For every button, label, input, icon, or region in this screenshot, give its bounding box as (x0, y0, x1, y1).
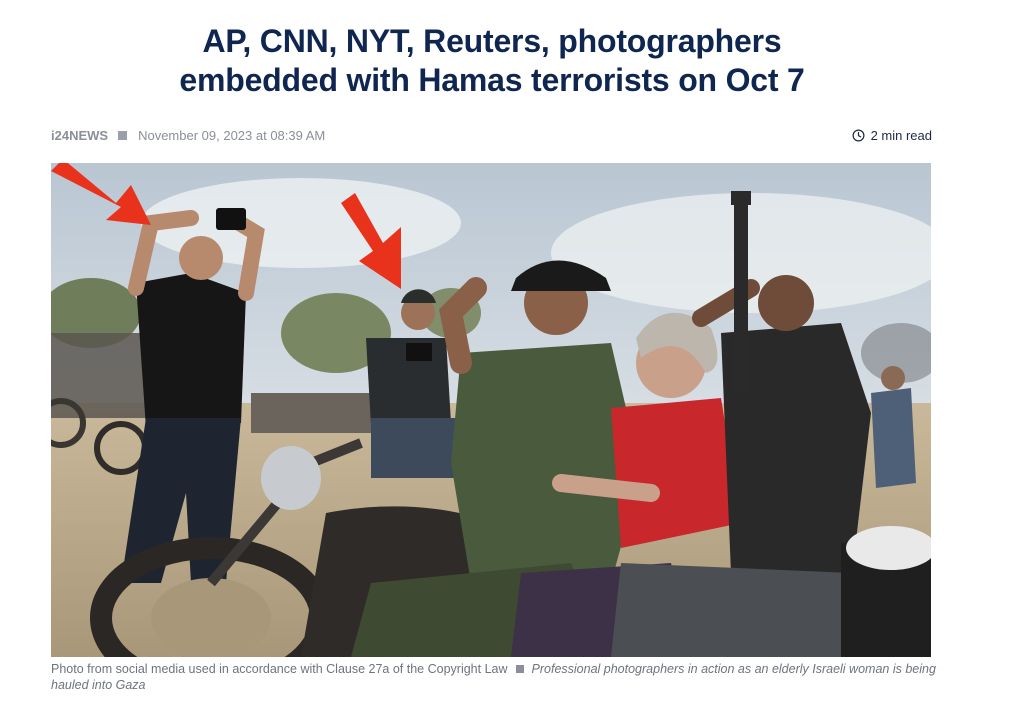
photo-illustration (51, 163, 931, 657)
clock-icon (852, 129, 865, 141)
article-headline: AP, CNN, NYT, Reuters, photographers emb… (120, 22, 864, 100)
photo-credit: Photo from social media used in accordan… (51, 662, 508, 676)
meta-separator (118, 130, 128, 140)
caption-separator (515, 665, 524, 673)
read-time: 2 min read (852, 128, 932, 143)
article-meta: i24NEWS November 09, 2023 at 08:39 AM 2 … (51, 126, 932, 144)
read-time-label: 2 min read (870, 127, 932, 143)
publish-date: November 09, 2023 at 08:39 AM (138, 127, 326, 143)
source-label[interactable]: i24NEWS (51, 128, 108, 143)
photo-caption: Photo from social media used in accordan… (51, 661, 936, 693)
headline-line-1: AP, CNN, NYT, Reuters, photographers (202, 23, 782, 59)
headline-line-2: embedded with Hamas terrorists on Oct 7 (179, 62, 805, 98)
article-photo[interactable] (51, 163, 931, 657)
